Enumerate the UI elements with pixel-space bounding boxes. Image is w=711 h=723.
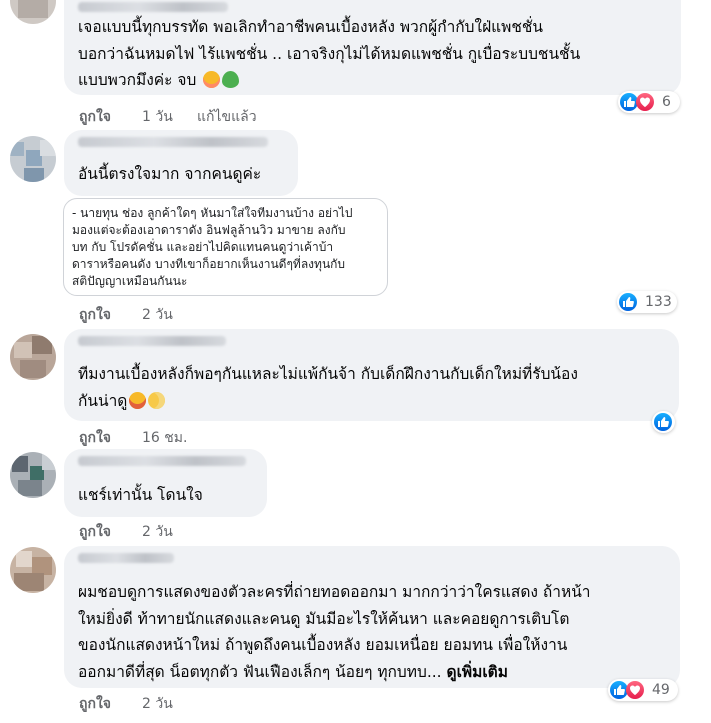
quoted-text-box: - นายทุน ช่อง ลูกค้าใดๆ หันมาใส่ใจทีมงาน… [63, 198, 388, 296]
comment-text: แชร์เท่านั้น โดนใจ [78, 486, 203, 504]
face-with-hand-emoji [148, 391, 166, 409]
comment-text: อันนี้ตรงใจมาก จากคนดูค่ะ [78, 165, 262, 183]
like-button[interactable]: ถูกใจ [79, 106, 111, 128]
commenter-name[interactable] [78, 553, 174, 563]
reaction-summary[interactable] [652, 411, 675, 433]
edited-label[interactable]: แก้ไขแล้ว [197, 106, 257, 128]
comment-bubble: อันนี้ตรงใจมาก จากคนดูค่ะ [64, 130, 298, 196]
like-button[interactable]: ถูกใจ [79, 304, 111, 326]
comment-timestamp[interactable]: 1 วัน [142, 106, 173, 128]
commenter-name[interactable] [78, 336, 226, 346]
commenter-avatar[interactable] [10, 547, 56, 593]
reaction-summary[interactable]: 133 [617, 291, 677, 313]
commenter-avatar[interactable] [10, 334, 56, 380]
comment-bubble: ทีมงานเบื้องหลังก็พอๆกันแหละไม่แพ้กันจ้า… [64, 329, 679, 421]
commenter-avatar[interactable] [10, 136, 56, 182]
comment-timestamp[interactable]: 2 วัน [142, 693, 173, 715]
smile-emoji [203, 71, 221, 88]
commenter-avatar[interactable] [10, 452, 56, 498]
reaction-count: 6 [662, 94, 671, 110]
love-reaction-icon [626, 681, 644, 699]
comment-timestamp[interactable]: 2 วัน [142, 521, 173, 543]
like-button[interactable]: ถูกใจ [79, 427, 111, 449]
love-reaction-icon [636, 93, 654, 111]
comment-text: ผมชอบดูการแสดงของตัวละครที่ถ่ายทอดออกมา … [78, 583, 591, 681]
comment-bubble: ผมชอบดูการแสดงของตัวละครที่ถ่ายทอดออกมา … [64, 546, 680, 688]
reaction-count: 49 [652, 682, 670, 698]
commenter-name[interactable] [78, 137, 268, 147]
commenter-name[interactable] [78, 456, 246, 466]
like-button[interactable]: ถูกใจ [79, 693, 111, 715]
comment-text: เจอแบบนี้ทุกบรรทัด พอเลิกทำอาชีพคนเบื้อง… [78, 18, 581, 89]
comment-timestamp[interactable]: 2 วัน [142, 304, 173, 326]
reaction-summary[interactable]: 6 [618, 91, 680, 113]
comment-text: ทีมงานเบื้องหลังก็พอๆกันแหละไม่แพ้กันจ้า… [78, 365, 578, 410]
comment-bubble: เจอแบบนี้ทุกบรรทัด พอเลิกทำอาชีพคนเบื้อง… [64, 0, 681, 95]
like-reaction-icon [619, 293, 637, 311]
like-reaction-icon [654, 413, 672, 431]
commenter-avatar[interactable] [10, 0, 56, 24]
commenter-name[interactable] [78, 2, 228, 12]
green-heart-emoji [222, 71, 240, 88]
reaction-summary[interactable]: 49 [608, 679, 678, 701]
comment-bubble: แชร์เท่านั้น โดนใจ [64, 449, 267, 517]
comment-timestamp[interactable]: 16 ชม. [142, 427, 187, 449]
laughing-emoji [129, 391, 147, 409]
see-more-link[interactable]: ดูเพิ่มเติม [447, 663, 508, 681]
reaction-count: 133 [645, 294, 672, 310]
like-button[interactable]: ถูกใจ [79, 521, 111, 543]
